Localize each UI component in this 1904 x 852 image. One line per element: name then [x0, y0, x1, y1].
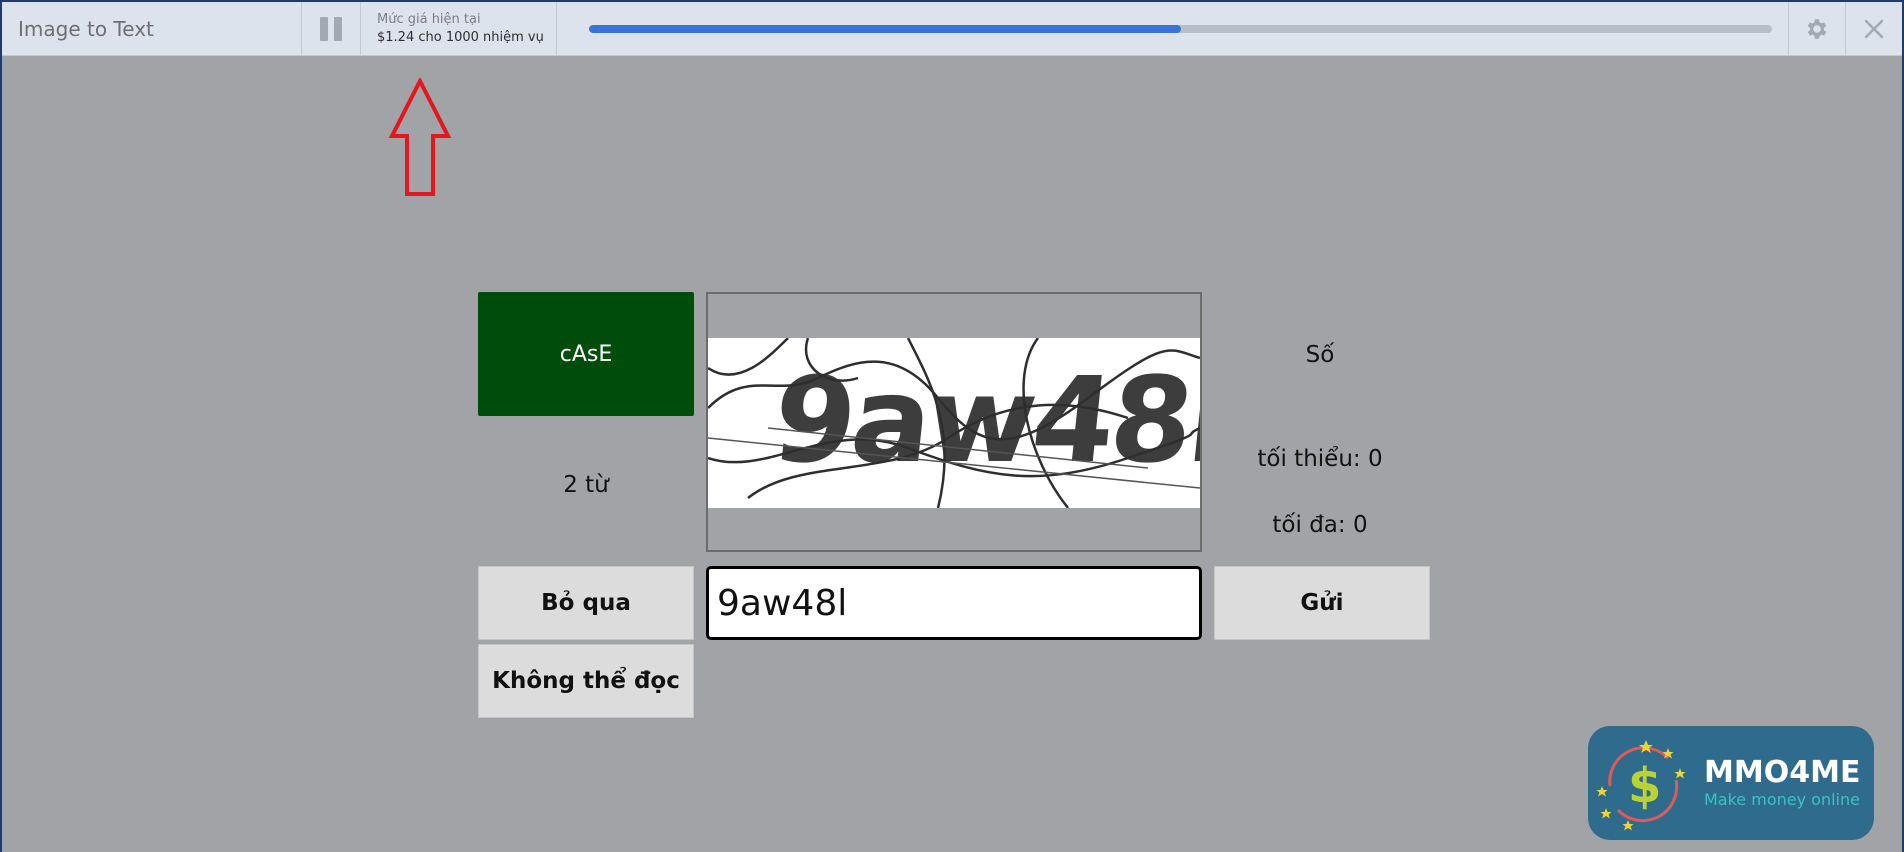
up-arrow-icon — [388, 78, 452, 196]
logo-subtitle: Make money online — [1704, 790, 1860, 809]
top-bar: Image to Text Mức giá hiện tại $1.24 cho… — [2, 2, 1902, 56]
svg-text:$: $ — [1628, 758, 1661, 814]
words-count-label: 2 từ — [563, 472, 609, 498]
dollar-icon: $ — [1596, 740, 1686, 831]
cannot-read-button[interactable]: Không thể đọc — [478, 644, 694, 718]
price-value: $1.24 cho 1000 nhiệm vụ — [377, 29, 544, 45]
answer-type-label: Số — [1305, 342, 1335, 368]
progress-fill — [589, 24, 1181, 33]
max-length-label: tối đa: 0 — [1272, 512, 1368, 538]
captcha-noise-lines — [708, 338, 1200, 508]
brand-logo: $ MMO4ME Make money online — [1588, 726, 1874, 840]
progress-area — [557, 2, 1789, 55]
price-label: Mức giá hiện tại — [377, 11, 481, 27]
captcha-image: 9aw48l — [708, 338, 1200, 508]
pause-icon — [317, 16, 345, 41]
progress-bar — [589, 24, 1772, 33]
close-button[interactable] — [1846, 2, 1902, 55]
gear-icon — [1807, 18, 1827, 39]
answer-input[interactable] — [706, 566, 1202, 640]
min-length-label: tối thiểu: 0 — [1257, 446, 1383, 472]
logo-text: MMO4ME Make money online — [1704, 756, 1860, 810]
captcha-frame: 9aw48l — [706, 292, 1202, 552]
pause-button[interactable] — [302, 2, 361, 55]
settings-button[interactable] — [1789, 2, 1846, 55]
price-info: Mức giá hiện tại $1.24 cho 1000 nhiệm vụ — [361, 2, 557, 55]
logo-title: MMO4ME — [1704, 755, 1861, 790]
close-icon — [1864, 19, 1884, 38]
app-title: Image to Text — [2, 2, 302, 55]
skip-button[interactable]: Bỏ qua — [478, 566, 694, 640]
submit-button[interactable]: Gửi — [1214, 566, 1430, 640]
case-sensitive-badge: cAsE — [478, 292, 694, 416]
app-window: Image to Text Mức giá hiện tại $1.24 cho… — [0, 0, 1904, 852]
